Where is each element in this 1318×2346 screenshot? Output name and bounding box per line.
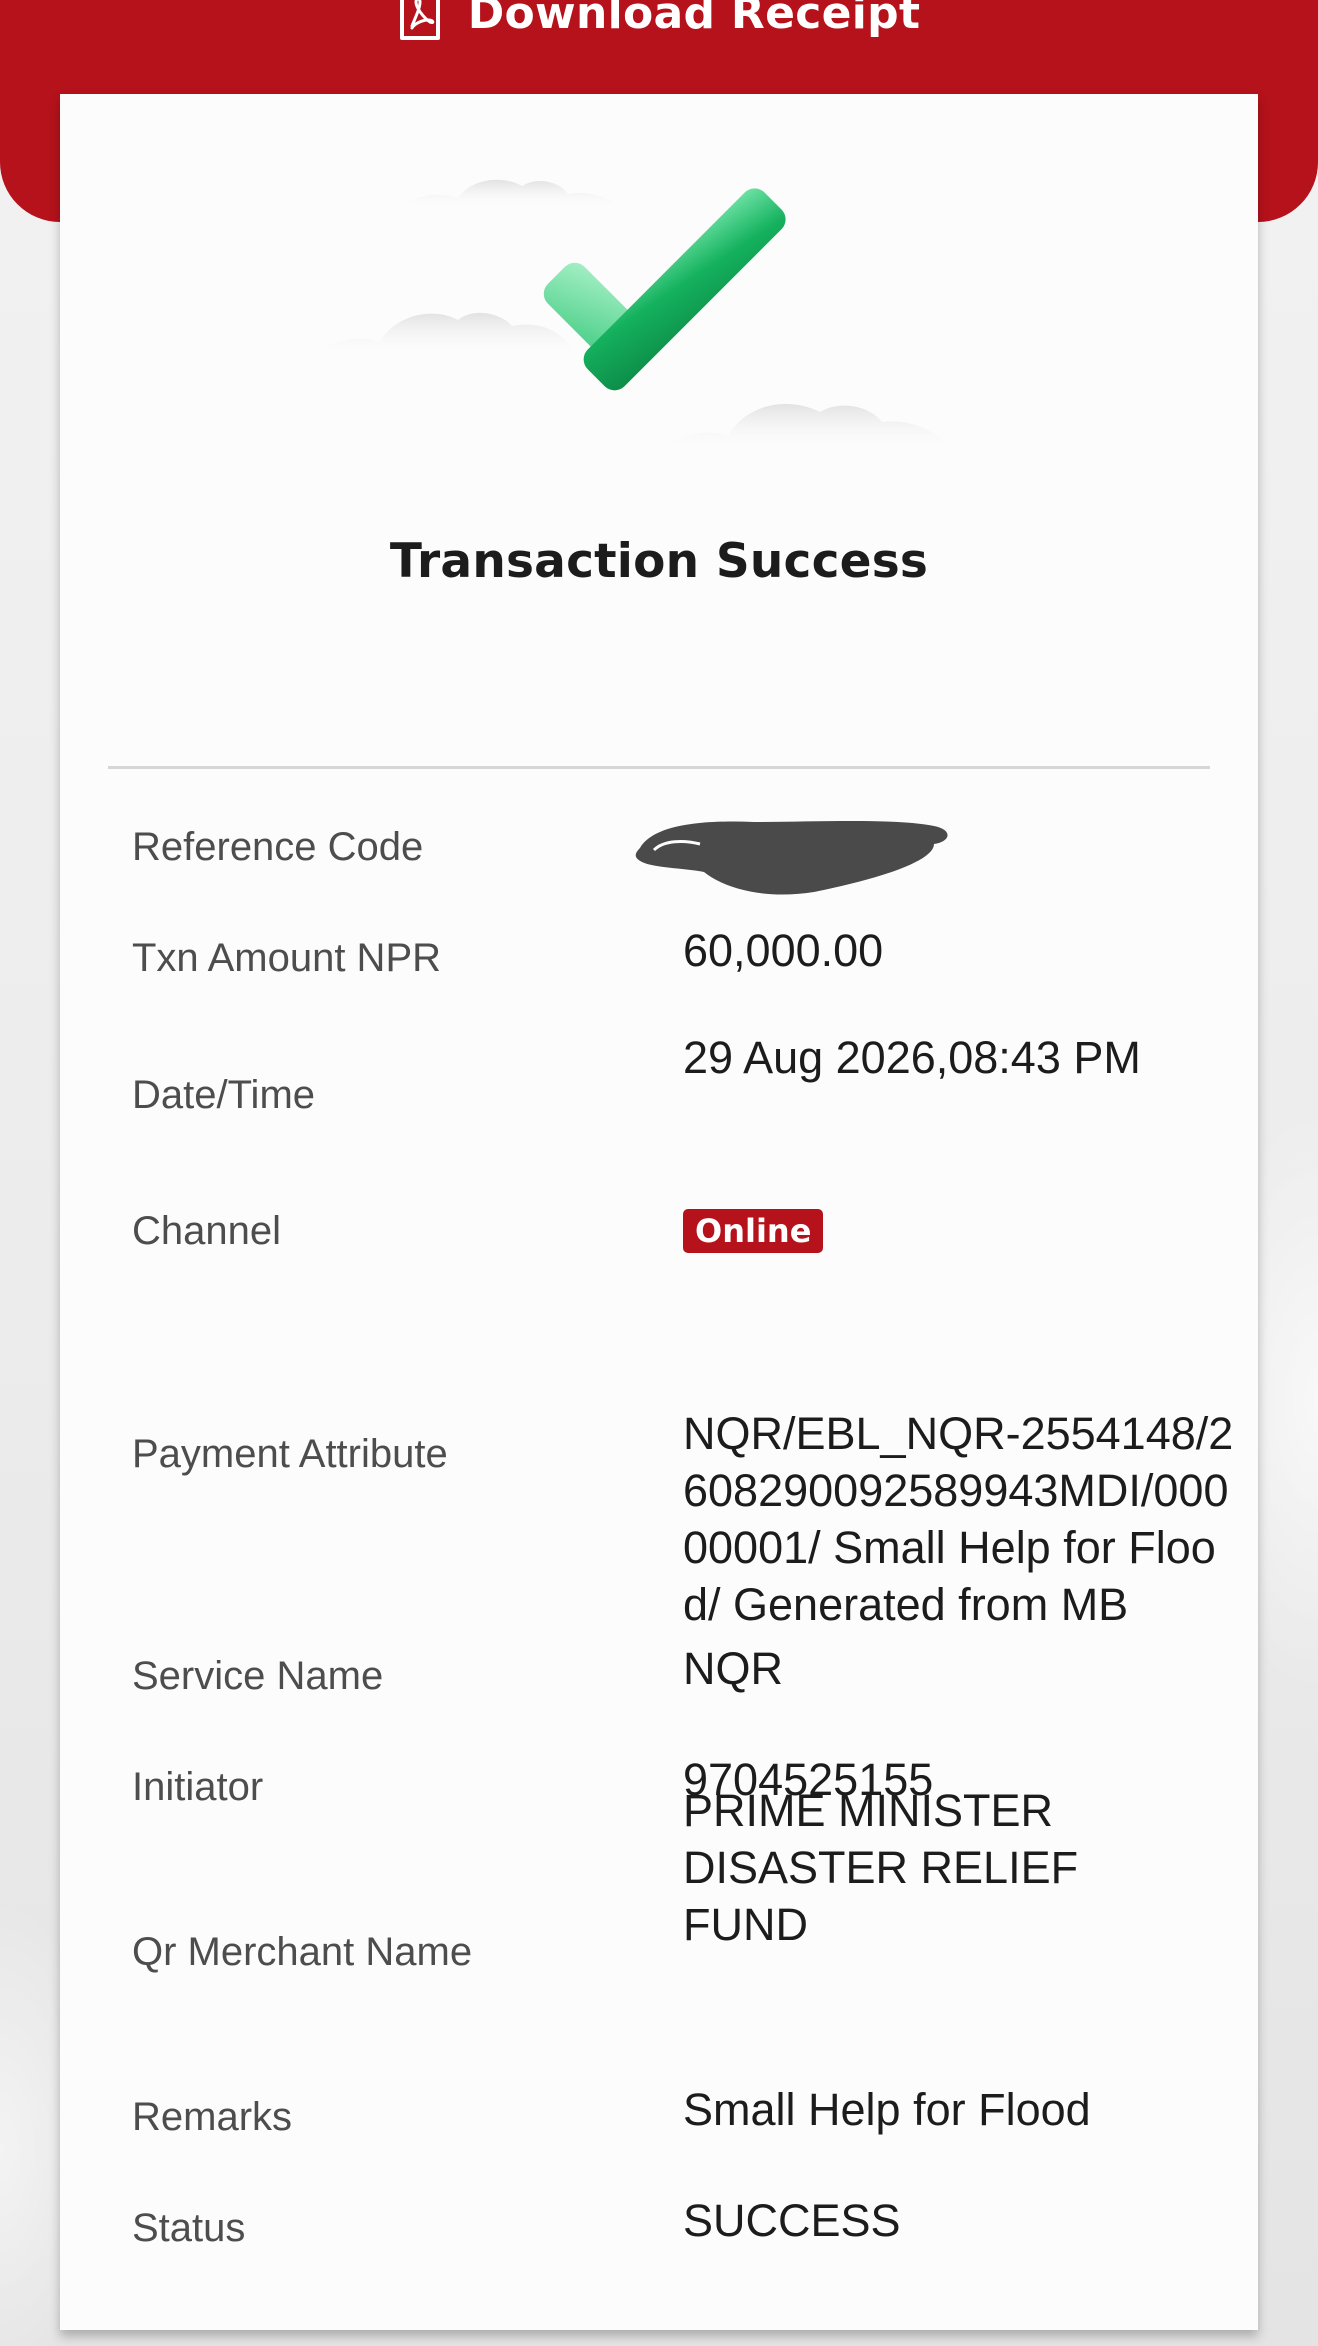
- download-receipt-label: Download Receipt: [467, 0, 921, 39]
- status-value: SUCCESS: [683, 2195, 901, 2246]
- service-name-label: Service Name: [132, 1654, 384, 1698]
- payment-attribute-label: Payment Attribute: [132, 1432, 448, 1476]
- txn-amount-value: 60,000.00: [683, 925, 884, 976]
- download-receipt-button[interactable]: Download Receipt: [0, 0, 1318, 48]
- reference-code-label: Reference Code: [132, 825, 424, 869]
- date-time-label: Date/Time: [132, 1073, 316, 1117]
- qr-merchant-name-label: Qr Merchant Name: [132, 1930, 473, 1974]
- redaction-scribble: [635, 821, 948, 895]
- date-time-value: 29 Aug 2026,08:43 PM: [683, 1032, 1141, 1083]
- txn-amount-label: Txn Amount NPR: [132, 936, 442, 980]
- checkmark-success-icon: [310, 179, 952, 450]
- service-name-value: NQR: [683, 1643, 783, 1694]
- remarks-label: Remarks: [132, 2095, 293, 2139]
- initiator-label: Initiator: [132, 1765, 264, 1809]
- status-label: Status: [132, 2206, 246, 2250]
- success-hero: [60, 94, 1258, 474]
- receipt-card: Transaction Success Reference Code Txn A…: [60, 94, 1258, 2330]
- pdf-file-icon: [399, 0, 440, 40]
- channel-label: Channel: [132, 1209, 282, 1253]
- remarks-value: Small Help for Flood: [683, 2084, 1091, 2135]
- divider: [108, 766, 1210, 769]
- payment-attribute-value: NQR/EBL_NQR-2554148/2608290092589943MDI/…: [683, 1408, 1234, 1630]
- page-title: Transaction Success: [389, 534, 929, 589]
- channel-badge: Online: [683, 1209, 824, 1253]
- qr-merchant-name-value: PRIME MINISTER DISASTER RELIEF FUND: [683, 1785, 1079, 1950]
